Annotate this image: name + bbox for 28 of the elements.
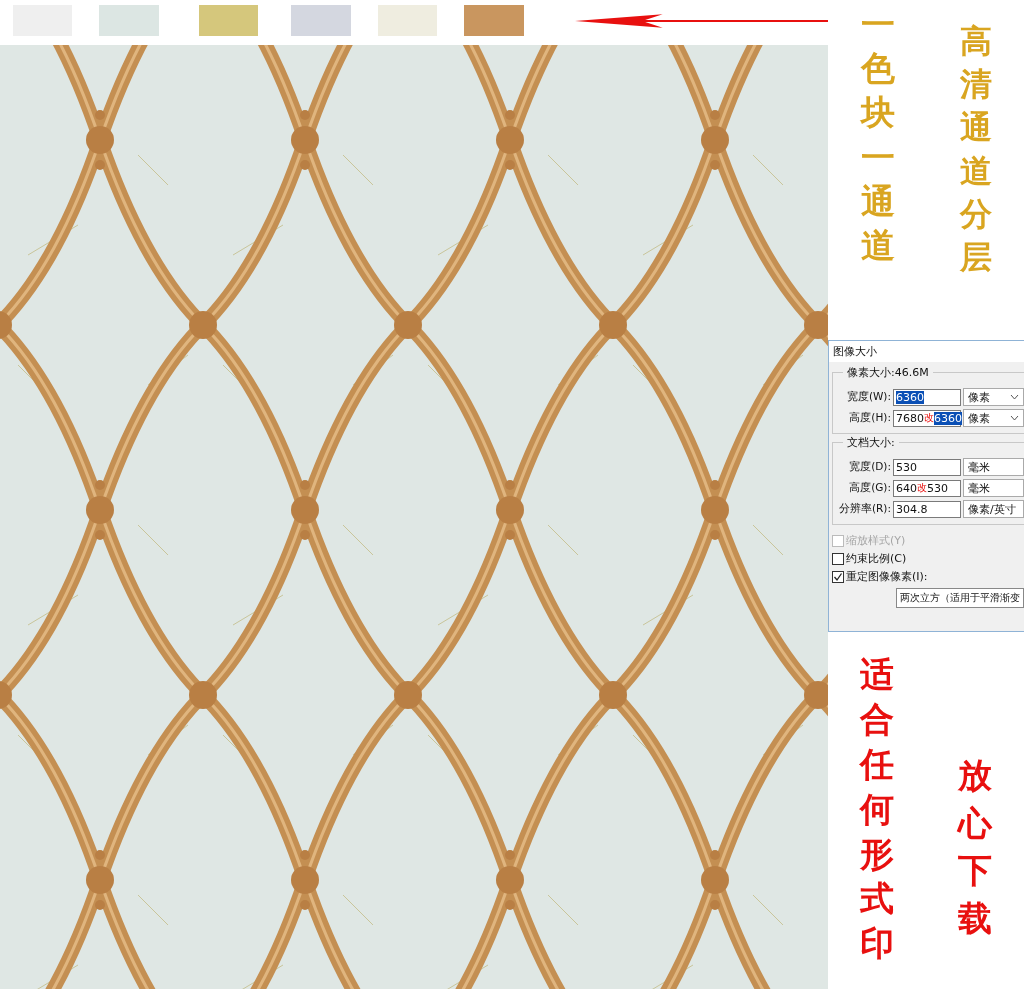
checkmark-icon <box>833 571 843 582</box>
vertical-caption: 高清通道分层 <box>959 21 992 278</box>
unit-dropdown[interactable]: 像素/英寸 <box>963 500 1024 518</box>
input-field[interactable]: 530 <box>893 458 961 476</box>
unit-dropdown[interactable]: 像素 <box>963 409 1024 427</box>
resample-dropdown[interactable]: 两次立方（适用于平滑渐变 <box>896 588 1024 608</box>
vertical-caption: 放心下载 <box>958 754 992 940</box>
input-field[interactable]: 6360 <box>893 388 961 406</box>
caret-icon <box>1010 415 1019 421</box>
input-field[interactable]: 304.8 <box>893 500 961 518</box>
field-label: 宽度(D): <box>848 460 891 474</box>
unit-dropdown[interactable]: 毫米 <box>963 458 1024 476</box>
unit-dropdown[interactable]: 毫米 <box>963 479 1024 497</box>
unit-dropdown[interactable]: 像素 <box>963 388 1024 406</box>
checkbox-option[interactable]: 约束比例(C) <box>832 551 1024 566</box>
dialog-title: 图像大小 <box>829 341 1024 362</box>
checkbox-option[interactable]: 重定图像像素(I): <box>832 569 1024 584</box>
group-title: 像素大小:46.6M <box>843 365 933 380</box>
group-title: 文档大小: <box>843 435 899 450</box>
vertical-caption: 适合任何形式印 <box>860 653 894 966</box>
field-label: 分辨率(R): <box>837 502 891 516</box>
input-field[interactable]: 640改530 <box>893 479 961 497</box>
caret-icon <box>1010 394 1019 400</box>
field-label: 高度(H): <box>848 411 891 425</box>
field-label: 高度(G): <box>848 481 891 495</box>
input-field[interactable]: 7680改6360 <box>893 409 961 427</box>
field-label: 宽度(W): <box>845 390 891 404</box>
vertical-caption: 一色块一通道 <box>860 3 895 267</box>
